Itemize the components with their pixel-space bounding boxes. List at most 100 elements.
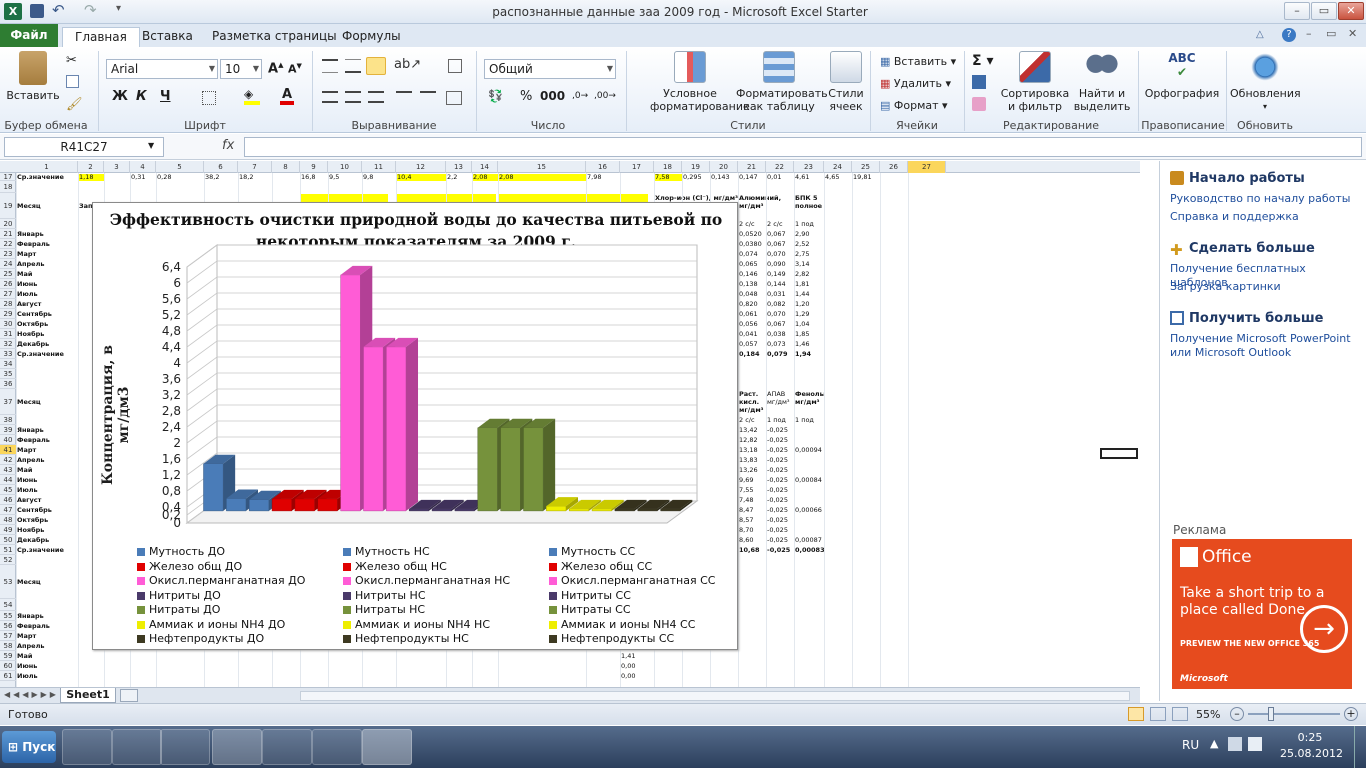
month-cell[interactable]: Сентябрь: [17, 506, 78, 515]
cell[interactable]: 2,08: [473, 174, 498, 181]
avg-label-cell[interactable]: Ср.значение: [17, 350, 78, 359]
maximize-button[interactable]: ▭: [1311, 2, 1337, 20]
cell[interactable]: -0,025: [767, 516, 794, 525]
month-cell[interactable]: Апрель: [17, 456, 78, 465]
cell[interactable]: 1,81: [795, 280, 824, 289]
horizontal-scrollbar[interactable]: [300, 691, 1130, 701]
format-cells-button[interactable]: ▤ Формат ▾: [880, 97, 948, 115]
month-header-cell[interactable]: Месяц: [17, 566, 78, 599]
cell-styles-button[interactable]: Стили ячеек: [824, 51, 868, 113]
office-ad-banner[interactable]: Office Take a short trip to a place call…: [1172, 539, 1352, 689]
excel-app-icon[interactable]: X: [4, 3, 22, 20]
cell[interactable]: 13,18: [739, 446, 766, 455]
month-cell[interactable]: Август: [17, 300, 78, 309]
start-button[interactable]: ⊞ Пуск: [2, 731, 56, 763]
cell[interactable]: 0,28: [157, 174, 204, 181]
cell[interactable]: 13,26: [739, 466, 766, 475]
month-cell[interactable]: Май: [17, 466, 78, 475]
cell[interactable]: 1,44: [795, 290, 824, 299]
month-cell[interactable]: Январь: [17, 230, 78, 239]
month-cell[interactable]: Июль: [17, 672, 78, 681]
cell[interactable]: [795, 496, 824, 505]
clock-time[interactable]: 0:25: [1280, 731, 1340, 744]
cell[interactable]: 0,067: [767, 320, 794, 329]
page-layout-view-icon[interactable]: [1150, 707, 1166, 721]
cell[interactable]: 9,5: [329, 174, 362, 181]
avg-label-cell[interactable]: Ср.значение: [17, 174, 78, 181]
decrease-indent-icon[interactable]: [396, 91, 412, 103]
cell[interactable]: 0,082: [767, 300, 794, 309]
cell[interactable]: [795, 466, 824, 475]
sheet-nav-arrows[interactable]: ◀◀◀▶▶▶: [4, 690, 59, 699]
cell[interactable]: [621, 174, 654, 181]
formula-input[interactable]: [244, 137, 1362, 157]
cell[interactable]: 0,00083: [795, 546, 824, 555]
cell[interactable]: 0,149: [767, 270, 794, 279]
wrap-text-icon[interactable]: [448, 59, 462, 73]
cell[interactable]: [795, 516, 824, 525]
link-powerpoint-outlook[interactable]: Получение Microsoft PowerPoint или Micro…: [1170, 332, 1360, 360]
cell[interactable]: -0,025: [767, 476, 794, 485]
cell[interactable]: [795, 526, 824, 535]
cell[interactable]: 3,14: [795, 260, 824, 269]
cell[interactable]: 0,147: [739, 174, 766, 181]
increase-decimal-icon[interactable]: ,0→: [572, 91, 588, 101]
cell[interactable]: 0,067: [767, 240, 794, 249]
bold-button[interactable]: Ж: [112, 89, 128, 104]
cell[interactable]: -0,025: [767, 426, 794, 435]
cell[interactable]: 0,057: [739, 340, 766, 349]
month-cell[interactable]: Март: [17, 632, 78, 641]
month-cell[interactable]: Февраль: [17, 622, 78, 631]
cell[interactable]: 0,00084: [795, 476, 824, 485]
cell[interactable]: -0,025: [767, 506, 794, 515]
save-icon[interactable]: [30, 4, 44, 18]
language-indicator[interactable]: RU: [1182, 738, 1199, 752]
cell[interactable]: 0,0520: [739, 230, 766, 239]
sort-filter-button[interactable]: Сортировка и фильтр: [1000, 51, 1070, 113]
cell[interactable]: -0,025: [767, 456, 794, 465]
cell[interactable]: 7,98: [587, 174, 620, 181]
cell[interactable]: -0,025: [767, 446, 794, 455]
header-cell[interactable]: Раст. кисл. мг/дм³: [739, 390, 766, 415]
updates-button[interactable]: Обновления ▾: [1230, 51, 1301, 113]
cell[interactable]: 1,29: [795, 310, 824, 319]
month-cell[interactable]: Октябрь: [17, 320, 78, 329]
taskbar-people-icon[interactable]: [62, 729, 112, 765]
copy-icon[interactable]: [66, 75, 79, 88]
cell[interactable]: 0,00: [621, 662, 654, 671]
cell[interactable]: 13,42: [739, 426, 766, 435]
doc-minimize-button[interactable]: –: [1306, 27, 1312, 40]
cell[interactable]: 18,2: [239, 174, 272, 181]
cell[interactable]: 16,8: [301, 174, 328, 181]
cell[interactable]: 4,65: [825, 174, 852, 181]
cell[interactable]: 2,52: [795, 240, 824, 249]
cell[interactable]: 0,056: [739, 320, 766, 329]
new-sheet-icon[interactable]: [120, 689, 138, 702]
cell[interactable]: 0,074: [739, 250, 766, 259]
cut-icon[interactable]: ✂: [66, 53, 77, 68]
cell[interactable]: 0,184: [739, 350, 766, 359]
cell[interactable]: [273, 174, 300, 181]
currency-icon[interactable]: 💱: [488, 89, 503, 103]
cell[interactable]: 0,090: [767, 260, 794, 269]
cell[interactable]: 0,041: [739, 330, 766, 339]
month-cell[interactable]: Март: [17, 446, 78, 455]
link-help-support[interactable]: Справка и поддержка: [1170, 210, 1299, 224]
month-cell[interactable]: Февраль: [17, 436, 78, 445]
month-cell[interactable]: Май: [17, 652, 78, 661]
cell[interactable]: 0,079: [767, 350, 794, 359]
cell[interactable]: -0,025: [767, 526, 794, 535]
chart[interactable]: Эффективность очистки природной воды до …: [92, 202, 738, 650]
cell[interactable]: 7,55: [739, 486, 766, 495]
cell[interactable]: 2,90: [795, 230, 824, 239]
cell[interactable]: 12,82: [739, 436, 766, 445]
italic-button[interactable]: К: [136, 89, 147, 104]
insert-cells-button[interactable]: ▦ Вставить ▾: [880, 53, 956, 71]
cell[interactable]: 1,41: [621, 652, 654, 661]
cell[interactable]: -0,025: [767, 486, 794, 495]
cell[interactable]: -0,025: [767, 536, 794, 545]
month-cell[interactable]: Июль: [17, 290, 78, 299]
month-cell[interactable]: Апрель: [17, 260, 78, 269]
cell[interactable]: 9,8: [363, 174, 396, 181]
cell[interactable]: 7,58: [655, 174, 682, 181]
